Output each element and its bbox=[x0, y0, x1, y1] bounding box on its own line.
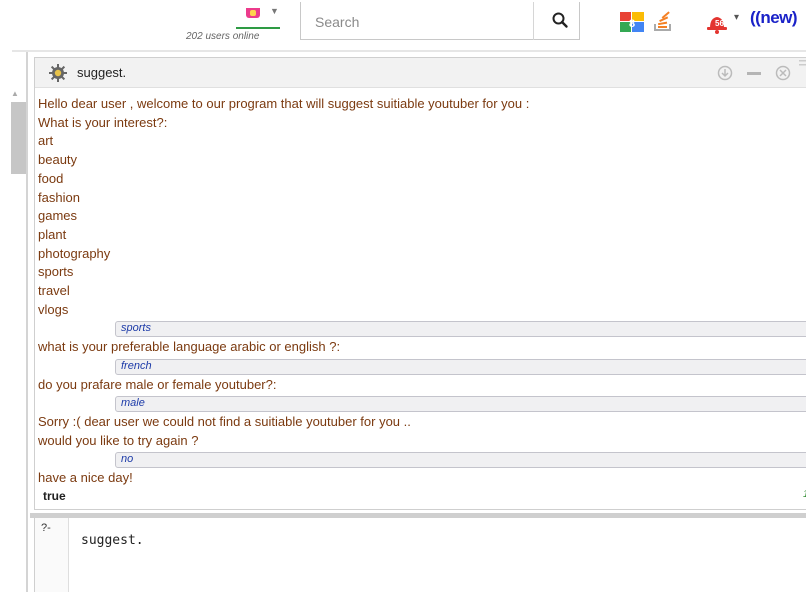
user-answer: french bbox=[115, 359, 806, 375]
search-icon[interactable] bbox=[551, 11, 569, 29]
scroll-up-arrow-icon[interactable]: ▲ bbox=[11, 89, 19, 98]
close-icon[interactable] bbox=[775, 65, 791, 81]
top-header: ▼ 202 users online 8 bbox=[0, 0, 806, 52]
menu-lines-icon[interactable] bbox=[795, 58, 806, 72]
notification-count: 562 bbox=[715, 19, 729, 28]
output-line: travel bbox=[38, 283, 70, 298]
stackoverflow-icon[interactable] bbox=[652, 10, 674, 32]
output-line: art bbox=[38, 133, 54, 148]
user-answer: male bbox=[115, 396, 806, 412]
query-result-pane: suggest. Hello dear user , welcome to ou… bbox=[34, 57, 806, 510]
google-icon[interactable]: 8 bbox=[620, 12, 644, 32]
user-answer: no bbox=[115, 452, 806, 468]
query-input-text[interactable]: suggest. bbox=[81, 533, 144, 548]
query-prompt: ?- bbox=[41, 522, 51, 534]
swish-window: ▼ 202 users online 8 bbox=[0, 0, 806, 592]
output-line: What is your interest?: bbox=[38, 115, 168, 130]
output-line: fashion bbox=[38, 190, 80, 205]
search-divider bbox=[533, 2, 534, 40]
user-answer: sports bbox=[115, 321, 806, 337]
download-icon[interactable] bbox=[717, 65, 733, 81]
search-input[interactable] bbox=[315, 12, 515, 32]
output-line: Sorry :( dear user we could not find a s… bbox=[38, 414, 411, 429]
user-avatar-icon[interactable] bbox=[246, 8, 260, 18]
output-line: do you prafare male or female youtuber?: bbox=[38, 377, 277, 392]
left-border bbox=[26, 52, 28, 592]
users-online-count: 202 users online bbox=[186, 31, 260, 42]
output-line: food bbox=[38, 171, 64, 186]
svg-text:8: 8 bbox=[629, 18, 635, 30]
pane-header: suggest. bbox=[35, 58, 806, 88]
output-line: have a nice day! bbox=[38, 470, 133, 485]
new-notice-link[interactable]: ((new) bbox=[750, 8, 798, 28]
header-separator bbox=[12, 50, 806, 52]
user-answer-text: male bbox=[121, 397, 145, 409]
query-result-value: true bbox=[43, 489, 66, 503]
search-box bbox=[300, 2, 580, 40]
scrollbar-thumb[interactable] bbox=[11, 102, 26, 174]
minimize-icon[interactable] bbox=[747, 72, 761, 75]
output-line: plant bbox=[38, 227, 67, 242]
query-gutter: ?- bbox=[35, 518, 69, 592]
user-answer-text: no bbox=[121, 453, 134, 465]
gear-icon bbox=[49, 64, 67, 82]
query-editor[interactable]: ?- suggest. bbox=[34, 518, 806, 592]
output-line: Hello dear user , welcome to our program… bbox=[38, 96, 530, 111]
pane-title: suggest. bbox=[77, 65, 127, 80]
output-line: photography bbox=[38, 246, 111, 261]
user-answer-text: french bbox=[121, 360, 152, 372]
output-line: games bbox=[38, 208, 78, 223]
output-line: beauty bbox=[38, 152, 78, 167]
output-line: what is your preferable language arabic … bbox=[38, 339, 341, 354]
online-indicator bbox=[236, 27, 280, 29]
notification-caret-icon[interactable]: ▾ bbox=[734, 12, 739, 23]
output-line: vlogs bbox=[38, 302, 69, 317]
output-line: would you like to try again ? bbox=[38, 433, 199, 448]
user-answer-text: sports bbox=[121, 322, 151, 334]
output-line: sports bbox=[38, 264, 74, 279]
user-menu-caret-icon[interactable]: ▼ bbox=[270, 6, 279, 16]
